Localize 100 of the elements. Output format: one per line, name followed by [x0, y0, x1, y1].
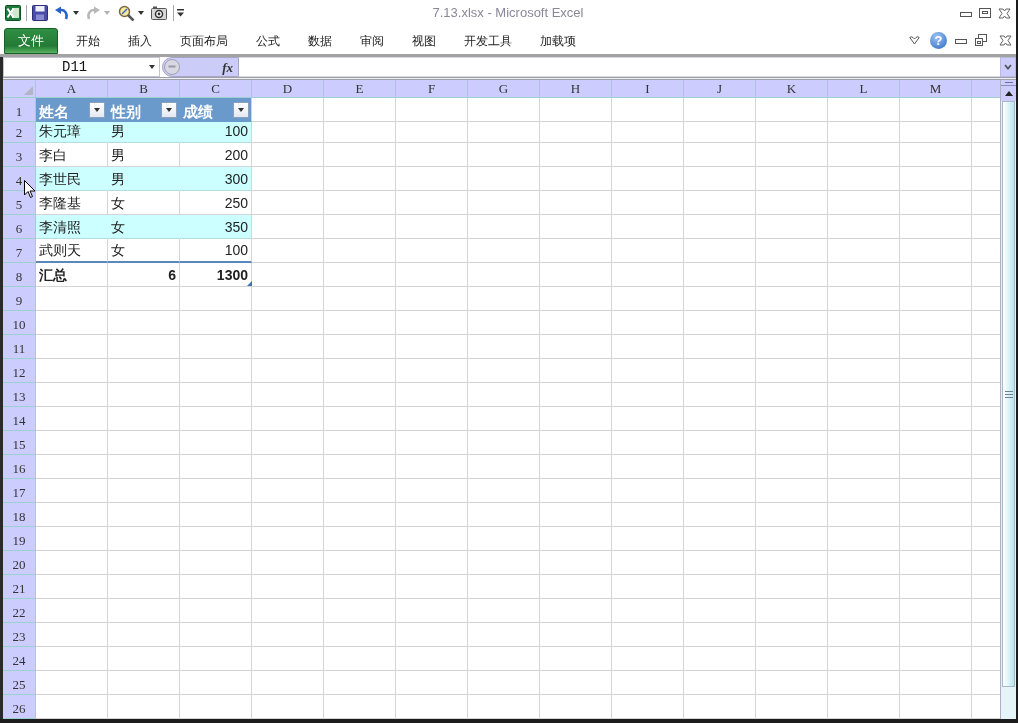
- row-header[interactable]: 5: [3, 191, 36, 215]
- row-header[interactable]: 7: [3, 239, 36, 263]
- undo-button[interactable]: [54, 4, 79, 22]
- column-header[interactable]: G: [468, 80, 540, 98]
- row-header[interactable]: 3: [3, 143, 36, 167]
- column-header[interactable]: F: [396, 80, 468, 98]
- table-cell: 女: [108, 215, 180, 239]
- table-cell: 李清照: [36, 215, 108, 239]
- ribbon-tab[interactable]: 公式: [242, 28, 294, 54]
- ribbon-tab[interactable]: 审阅: [346, 28, 398, 54]
- restore-button[interactable]: [975, 34, 987, 46]
- table-cell: 武则天: [36, 239, 108, 263]
- ribbon-tab[interactable]: 开始: [62, 28, 114, 54]
- row-header[interactable]: 14: [3, 407, 36, 431]
- table-cell: 250: [180, 191, 252, 215]
- row-header[interactable]: 16: [3, 455, 36, 479]
- table-cell: 男: [108, 167, 180, 191]
- formula-input[interactable]: [239, 57, 1000, 77]
- split-box-handle[interactable]: [1001, 80, 1016, 86]
- scroll-up-button[interactable]: [1001, 86, 1016, 101]
- up-arrow-icon: [1004, 91, 1013, 96]
- row-header[interactable]: 20: [3, 551, 36, 575]
- table-cell: 朱元璋: [36, 122, 108, 143]
- table-cell: 李白: [36, 143, 108, 167]
- column-header[interactable]: D: [252, 80, 324, 98]
- column-header[interactable]: C: [180, 80, 252, 98]
- row-header[interactable]: 1: [3, 98, 36, 122]
- row-header[interactable]: 21: [3, 575, 36, 599]
- row-header[interactable]: 2: [3, 122, 36, 143]
- table-cell: 100: [180, 122, 252, 143]
- caret-down-icon: [166, 107, 172, 112]
- vertical-scrollbar[interactable]: [1000, 80, 1016, 719]
- filter-dropdown-button[interactable]: [89, 101, 105, 118]
- file-tab[interactable]: 文件: [4, 28, 58, 54]
- row-header[interactable]: 25: [3, 671, 36, 695]
- expand-formula-bar-button[interactable]: [1000, 57, 1016, 77]
- caret-down-icon: [238, 107, 244, 112]
- row-header[interactable]: 26: [3, 695, 36, 719]
- redo-arrow-icon: [85, 5, 101, 21]
- row-header[interactable]: 9: [3, 287, 36, 311]
- table-cell: 李隆基: [36, 191, 108, 215]
- expand-ribbon-button[interactable]: [909, 35, 920, 45]
- ribbon-tab[interactable]: 开发工具: [450, 28, 526, 54]
- row-header[interactable]: 10: [3, 311, 36, 335]
- column-label: 姓名: [39, 103, 69, 119]
- column-header[interactable]: L: [828, 80, 900, 98]
- row-header[interactable]: 18: [3, 503, 36, 527]
- column-header[interactable]: J: [684, 80, 756, 98]
- maximize-button[interactable]: [979, 8, 991, 18]
- minus-circle-icon: [164, 59, 180, 75]
- column-header[interactable]: K: [756, 80, 828, 98]
- tools-button[interactable]: [118, 4, 144, 22]
- dropdown-caret-icon: [149, 65, 155, 69]
- name-box[interactable]: D11: [3, 57, 160, 77]
- row-header[interactable]: 17: [3, 479, 36, 503]
- ribbon-tab[interactable]: 插入: [114, 28, 166, 54]
- column-header[interactable]: A: [36, 80, 108, 98]
- table-cell: 100: [180, 239, 252, 263]
- row-header[interactable]: 8: [3, 263, 36, 287]
- row-header[interactable]: 19: [3, 527, 36, 551]
- column-header[interactable]: H: [540, 80, 612, 98]
- mouse-pointer-icon: [24, 180, 36, 199]
- column-header[interactable]: M: [900, 80, 972, 98]
- close-button[interactable]: [998, 7, 1011, 19]
- row-header[interactable]: 11: [3, 335, 36, 359]
- close-workbook-button[interactable]: [999, 34, 1012, 46]
- column-header[interactable]: B: [108, 80, 180, 98]
- scrollbar-thumb[interactable]: [1002, 101, 1015, 687]
- ribbon-tab[interactable]: 加载项: [526, 28, 590, 54]
- ribbon-tab[interactable]: 视图: [398, 28, 450, 54]
- chevron-down-icon: [1004, 64, 1012, 70]
- chevron-down-icon: [909, 35, 920, 45]
- save-button[interactable]: [32, 4, 48, 22]
- app-logo-icon: [5, 5, 21, 21]
- caret-down-icon: [73, 11, 79, 15]
- row-header[interactable]: 4: [3, 167, 36, 191]
- column-header[interactable]: I: [612, 80, 684, 98]
- window-title: 7.13.xlsx - Microsoft Excel: [432, 4, 584, 23]
- row-header[interactable]: 12: [3, 359, 36, 383]
- caret-down-icon: [94, 107, 100, 112]
- row-header[interactable]: 23: [3, 623, 36, 647]
- column-header[interactable]: E: [324, 80, 396, 98]
- table-cell: 200: [180, 143, 252, 167]
- row-header[interactable]: 15: [3, 431, 36, 455]
- insert-function-button[interactable]: fx: [222, 60, 233, 74]
- ribbon-tab[interactable]: 数据: [294, 28, 346, 54]
- table-cell: 女: [108, 191, 180, 215]
- row-header[interactable]: 13: [3, 383, 36, 407]
- caret-down-icon: [104, 11, 110, 15]
- camera-button[interactable]: [151, 4, 167, 22]
- close-icon: [998, 7, 1011, 19]
- corner-triangle-icon: [24, 86, 33, 95]
- row-header[interactable]: 6: [3, 215, 36, 239]
- row-header[interactable]: 24: [3, 647, 36, 671]
- filter-dropdown-button[interactable]: [233, 101, 249, 118]
- row-header[interactable]: 22: [3, 599, 36, 623]
- filter-dropdown-button[interactable]: [161, 101, 177, 118]
- ribbon-tab[interactable]: 页面布局: [166, 28, 242, 54]
- restore-icon: [975, 34, 987, 46]
- table-cell: 350: [180, 215, 252, 239]
